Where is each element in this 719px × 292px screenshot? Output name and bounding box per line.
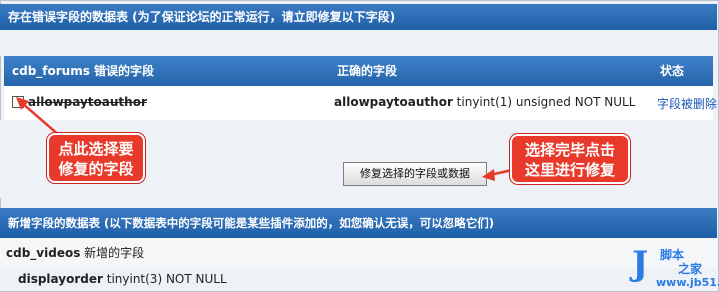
callout-left-line1: 点此选择要 [58,140,134,158]
watermark-logo: J 脚本 之家 www.jb51.net [632,244,719,290]
callout-left-line2: 修复的字段 [58,160,134,178]
watermark-url: www.jb51.net [656,276,719,289]
arrow-left-line [21,102,61,137]
watermark-line2: 之家 [678,262,703,276]
callout-right-line1: 选择完毕点击 [524,141,615,159]
callout-select-field: 点此选择要 修复的字段 [47,133,145,183]
watermark-glyph: J [632,244,649,284]
arrow-right-head [482,169,495,181]
callout-right-line2: 这里进行修复 [524,161,615,179]
callout-click-repair: 选择完毕点击 这里进行修复 [510,134,630,184]
